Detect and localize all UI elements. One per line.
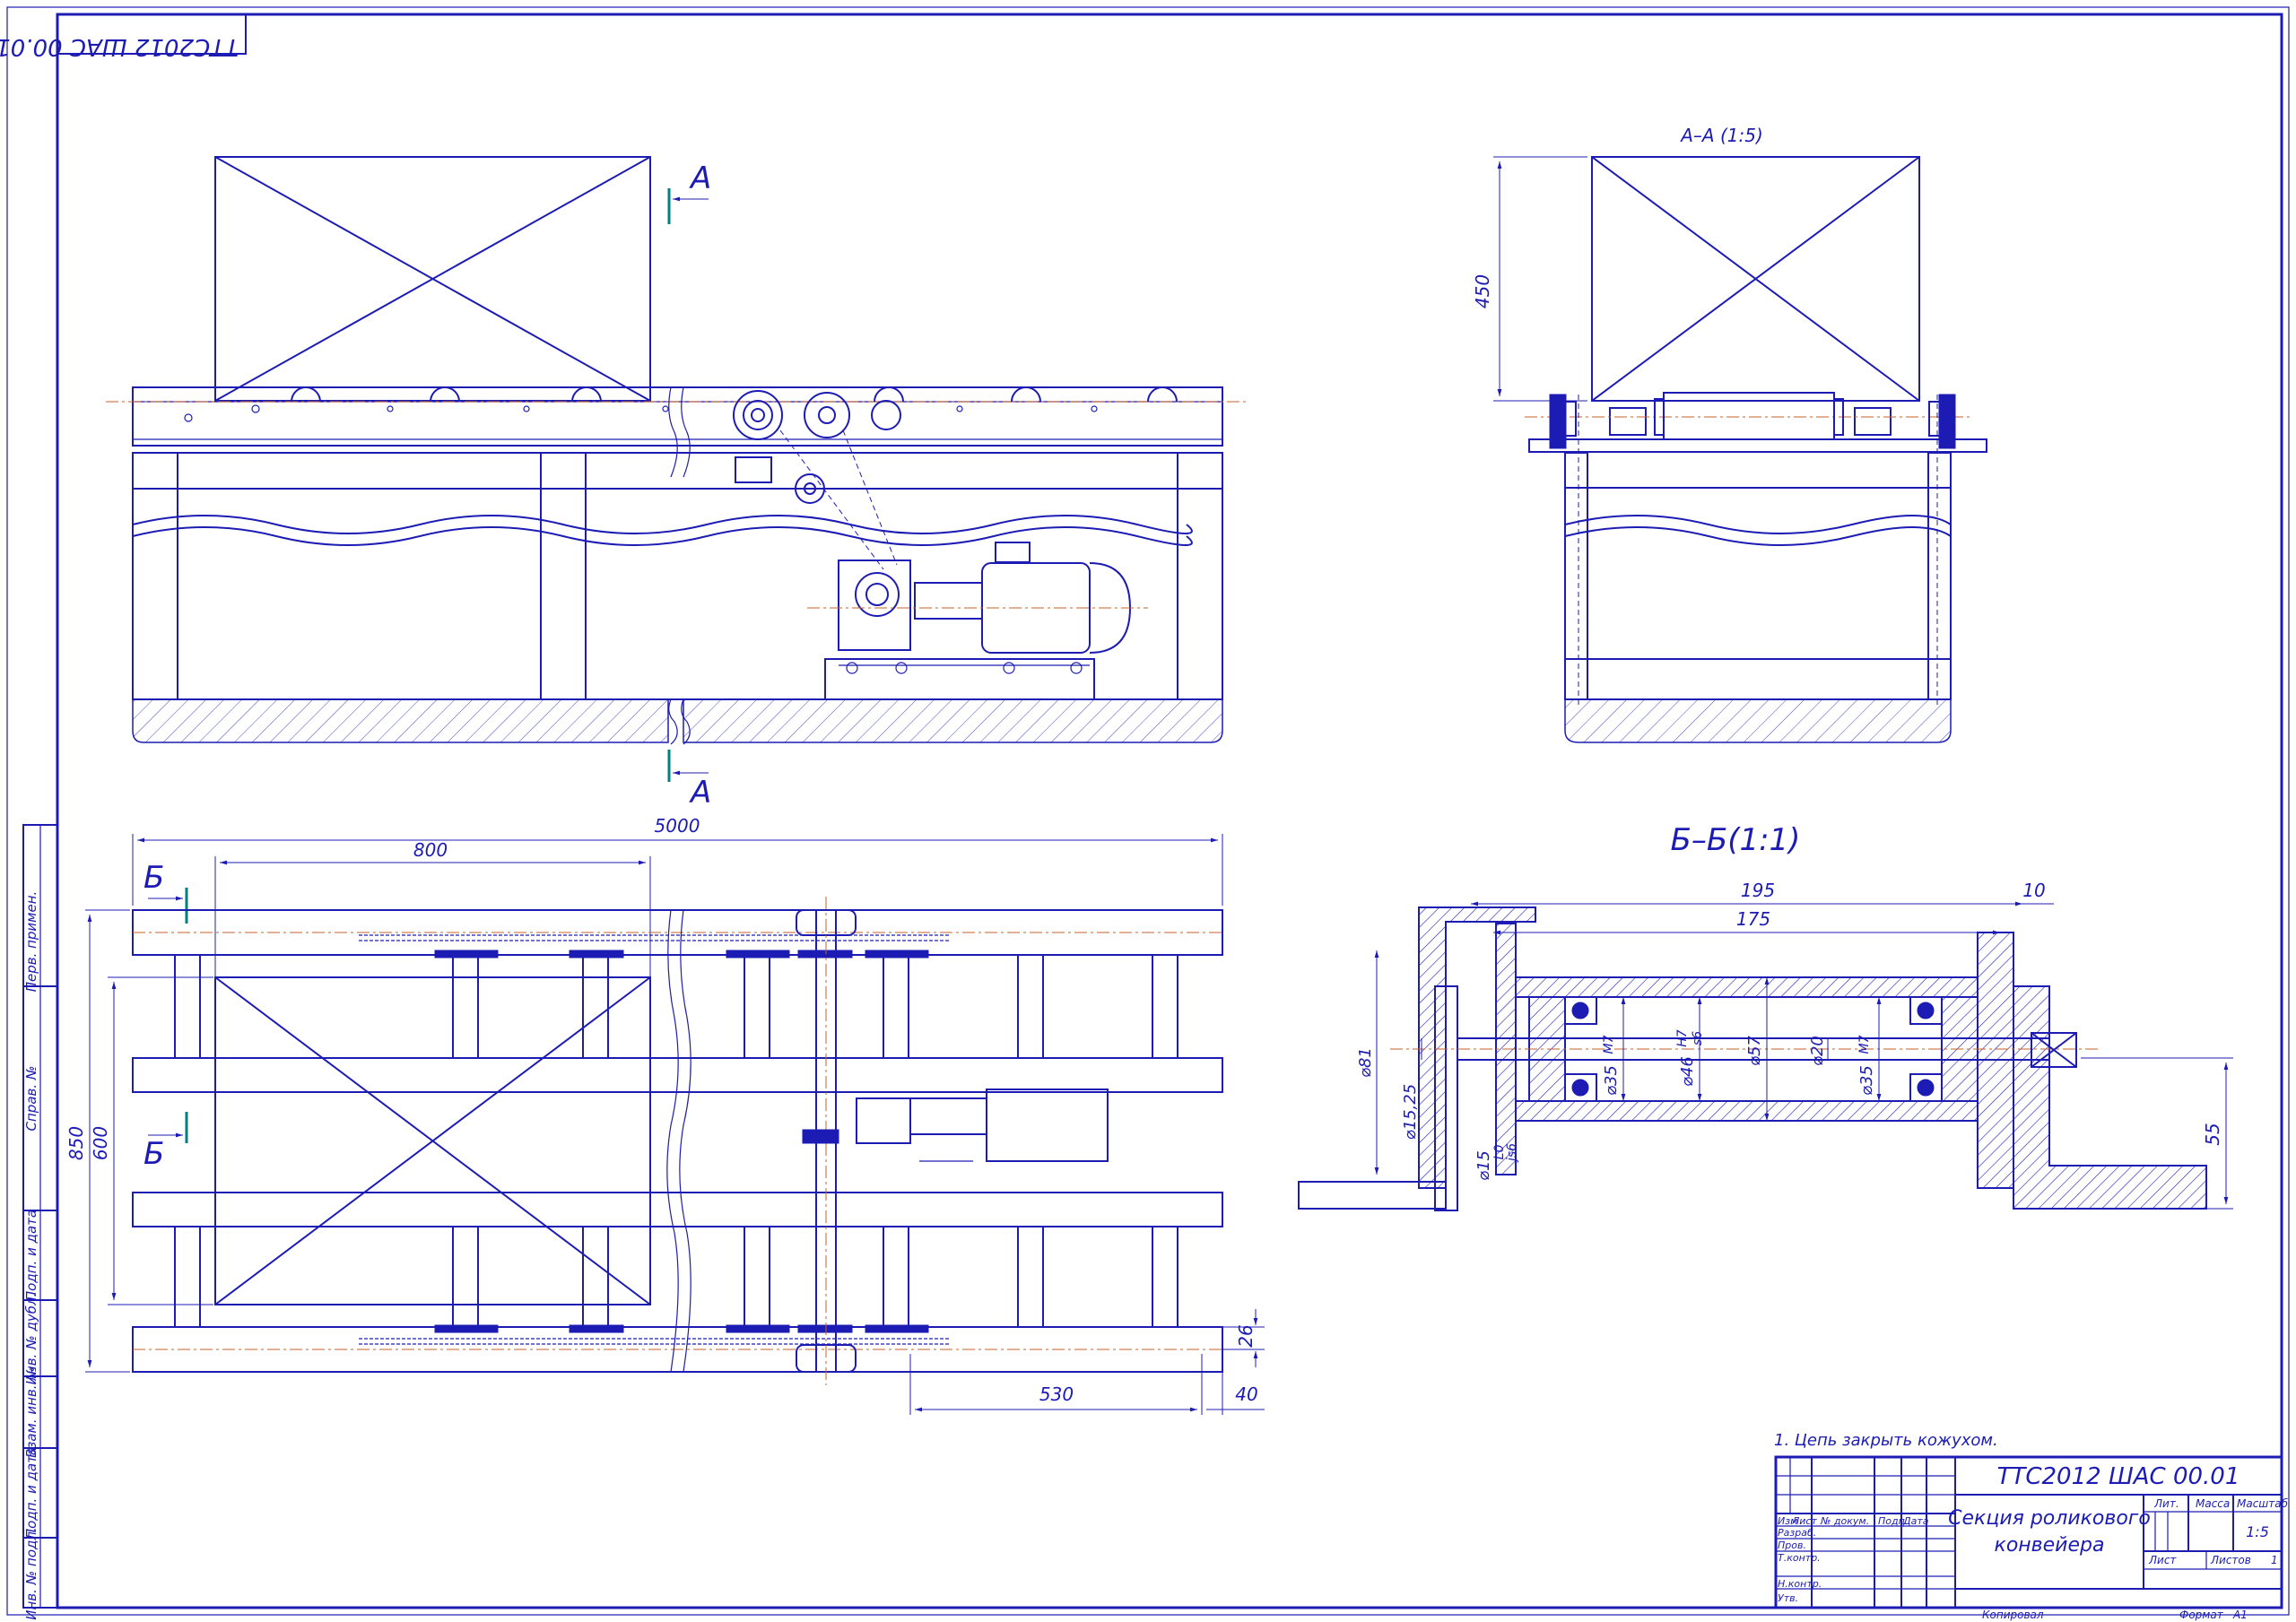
front-rollers bbox=[184, 386, 1178, 422]
side-podp-data-1: Подп. и дата bbox=[23, 1210, 39, 1301]
side-vzam-inv: Взам. инв. № bbox=[23, 1366, 39, 1458]
tb-row-tkontr: Т.контр. bbox=[1778, 1552, 1821, 1564]
dim-flange-width: 195 bbox=[1741, 880, 1775, 901]
drawing-sheet: ТТС2012 ШАС 00.01 Перв. примен. Справ. №… bbox=[0, 6, 2290, 1621]
fit-js6: js6 bbox=[1505, 1143, 1519, 1163]
tb-massa: Масса bbox=[2196, 1497, 2230, 1510]
section-a-top-marker: А bbox=[667, 160, 711, 224]
tb-masshtab: Масштаб bbox=[2237, 1497, 2289, 1510]
dim-d-hub: ⌀46 bbox=[1678, 1056, 1697, 1087]
side-inv-podl: Инв. № подл. bbox=[23, 1527, 39, 1619]
tb-row-utv: Утв. bbox=[1778, 1592, 1798, 1604]
section-b-label-top: Б bbox=[144, 860, 164, 896]
tb-name-1: Секция роликового bbox=[1948, 1507, 2151, 1530]
note-1: 1. Цепь закрыть кожухом. bbox=[1774, 1431, 1998, 1450]
dim-total-length: 5000 bbox=[655, 815, 700, 837]
rotated-stamp-code: ТТС2012 ШАС 00.01 bbox=[0, 33, 239, 60]
dim-inner-width: 600 bbox=[90, 1126, 111, 1160]
title-block: Изм Лист № докум. Подп. Дата Разраб. Про… bbox=[1774, 1455, 2289, 1621]
side-sprav-no: Справ. № bbox=[23, 1066, 39, 1132]
fit-s6: s6 bbox=[1691, 1031, 1705, 1045]
dim-end-offset: 40 bbox=[1235, 1383, 1257, 1405]
dim-d-tube: ⌀57 bbox=[1745, 1036, 1764, 1066]
dim-pitch: 530 bbox=[1039, 1383, 1074, 1405]
section-b-title: Б–Б(1:1) bbox=[1671, 822, 1801, 858]
fit-m7-left: М7 bbox=[1602, 1035, 1616, 1054]
dim-d-fit: ⌀15 bbox=[1474, 1150, 1493, 1181]
section-a-title: А–А (1:5) bbox=[1679, 125, 1763, 146]
gear-motor-front bbox=[807, 542, 1148, 700]
plan-rollers-top bbox=[174, 954, 1178, 1059]
section-b-label-bottom: Б bbox=[144, 1136, 164, 1172]
tb-format-value: А1 bbox=[2232, 1609, 2248, 1621]
dim-d-inner: ⌀20 bbox=[1808, 1036, 1827, 1066]
tb-col-date: Дата bbox=[1902, 1515, 1929, 1527]
dim-box-height: 450 bbox=[1472, 274, 1493, 308]
side-strip: Перв. примен. Справ. № Подп. и дата Инв.… bbox=[22, 824, 58, 1620]
tb-code: ТТС2012 ШАС 00.01 bbox=[1997, 1463, 2240, 1490]
tb-name-2: конвейера bbox=[1995, 1534, 2105, 1557]
tb-listov-label: Листов bbox=[2210, 1554, 2251, 1566]
cargo-box-plan bbox=[214, 976, 651, 1305]
section-b-top-marker: Б bbox=[144, 860, 188, 924]
dim-angle-height: 55 bbox=[2202, 1123, 2223, 1145]
section-a-view: А–А (1:5) 450 bbox=[1472, 125, 1987, 743]
tb-row-razrab: Разраб. bbox=[1778, 1527, 1816, 1539]
tb-scale-value: 1:5 bbox=[2246, 1523, 2269, 1540]
dim-d-outer: ⌀81 bbox=[1356, 1047, 1375, 1078]
tb-format-label: Формат bbox=[2179, 1609, 2224, 1621]
tb-kopiroval: Копировал bbox=[1982, 1609, 2044, 1621]
dim-box-width: 800 bbox=[413, 839, 448, 861]
tb-listov-value: 1 bbox=[2271, 1554, 2278, 1566]
dim-d-bearing-2: ⌀35 bbox=[1857, 1065, 1876, 1096]
dim-d-shaft: ⌀15,25 bbox=[1401, 1084, 1420, 1140]
sheet-frame: ТТС2012 ШАС 00.01 bbox=[0, 6, 2290, 1616]
side-perv-primen: Перв. примен. bbox=[23, 891, 39, 993]
section-b-bottom-marker: Б bbox=[144, 1112, 188, 1172]
fit-h7: Н7 bbox=[1675, 1029, 1690, 1047]
tb-row-nkontr: Н.контр. bbox=[1778, 1578, 1822, 1590]
tb-col-doc: № докум. bbox=[1820, 1515, 1869, 1527]
plan-view: 5000 800 Б Б 850 600 530 40 26 bbox=[65, 815, 1265, 1415]
dim-rail-height: 26 bbox=[1235, 1324, 1257, 1347]
section-a-label-top: А bbox=[689, 160, 711, 196]
dim-d-bearing: ⌀35 bbox=[1602, 1065, 1621, 1096]
cargo-box-front bbox=[214, 156, 651, 402]
gear-motor-plan bbox=[802, 1089, 1109, 1162]
drive-sprockets bbox=[733, 390, 901, 570]
tb-row-prov: Пров. bbox=[1778, 1540, 1806, 1551]
section-a-bottom-marker: А bbox=[667, 750, 711, 811]
tb-list-label: Лист bbox=[2148, 1554, 2177, 1566]
fit-m7-right: М7 bbox=[1857, 1035, 1872, 1054]
tb-col-list: Лист bbox=[1791, 1515, 1817, 1527]
tb-lit: Лит. bbox=[2153, 1497, 2179, 1510]
front-view: А А bbox=[106, 156, 1247, 811]
dim-shaft-length: 175 bbox=[1736, 908, 1770, 930]
dim-frame-width: 850 bbox=[65, 1126, 87, 1160]
section-a-label-bottom: А bbox=[689, 775, 711, 811]
dim-flange-thick: 10 bbox=[2022, 880, 2045, 901]
side-podp-data-2: Подп. и дата bbox=[23, 1447, 39, 1539]
section-b-view: Б–Б(1:1) 195 175 10 ⌀81 ⌀15,25 ⌀15 L0 js… bbox=[1298, 822, 2233, 1211]
